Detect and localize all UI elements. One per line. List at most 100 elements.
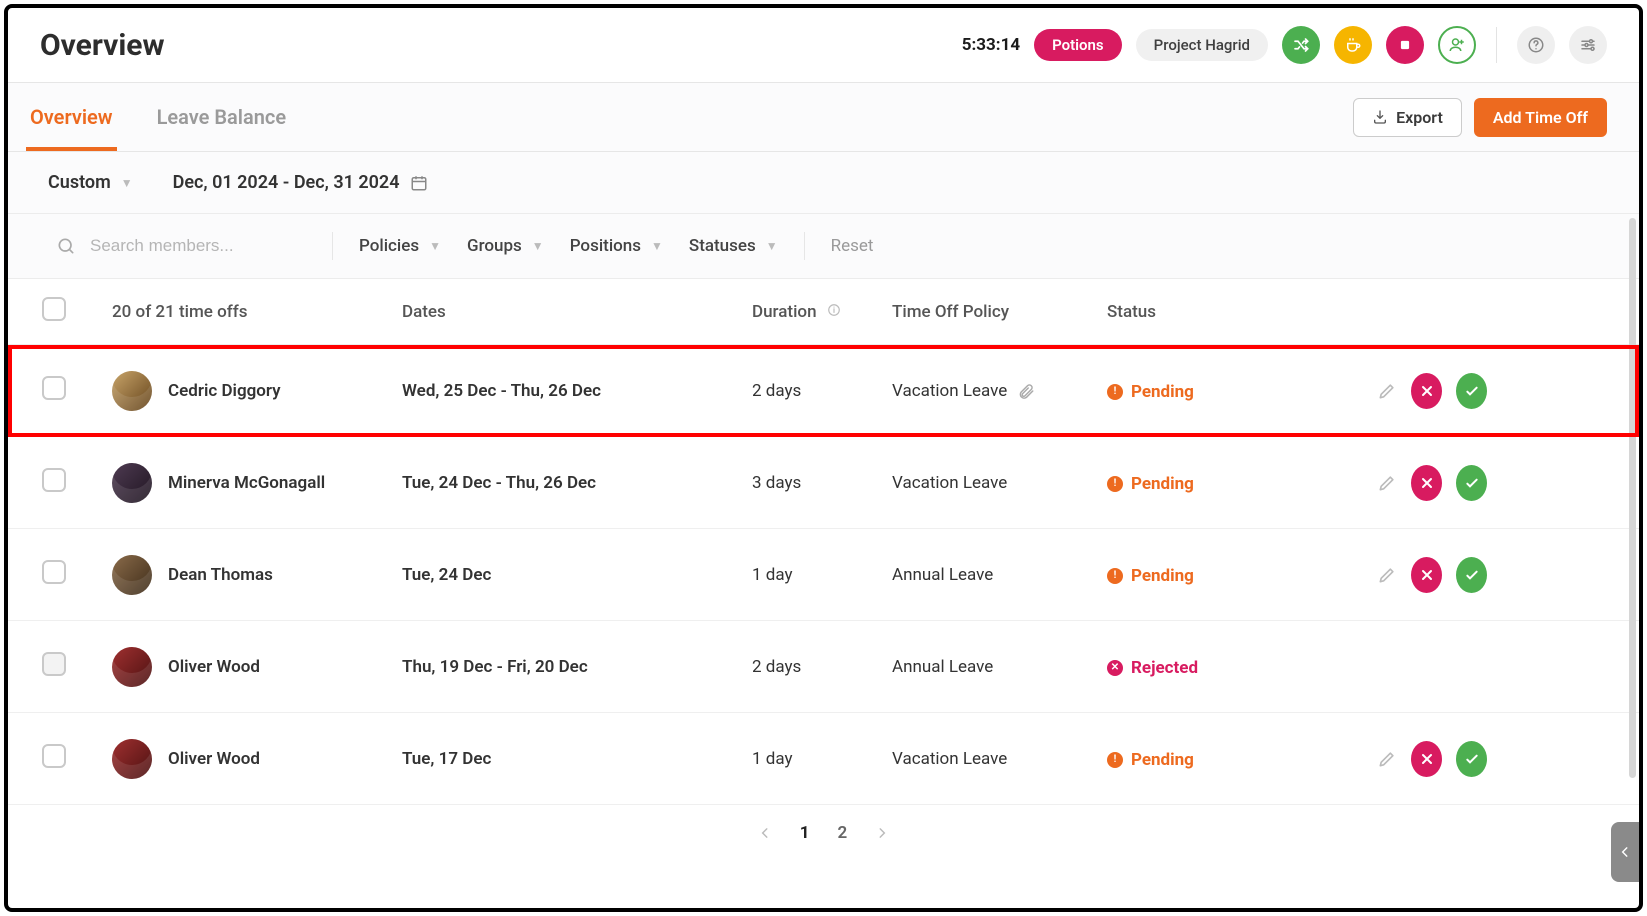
filter-policies[interactable]: Policies▼ <box>359 236 441 256</box>
pagination: 1 2 <box>8 805 1639 857</box>
approve-button[interactable] <box>1456 557 1487 593</box>
add-member-button[interactable] <box>1438 26 1476 64</box>
col-count: 20 of 21 time offs <box>112 302 402 322</box>
duration-cell: 2 days <box>752 657 892 677</box>
project-pill[interactable]: Project Hagrid <box>1136 29 1268 61</box>
select-all-checkbox[interactable] <box>42 297 66 321</box>
avatar <box>112 463 152 503</box>
side-collapse-tab[interactable] <box>1611 822 1639 882</box>
approve-button[interactable] <box>1456 741 1487 777</box>
add-time-off-button[interactable]: Add Time Off <box>1474 98 1607 137</box>
export-button[interactable]: Export <box>1353 98 1462 137</box>
search-input[interactable] <box>90 236 270 256</box>
reset-filters[interactable]: Reset <box>831 236 874 256</box>
x-icon <box>1419 567 1435 583</box>
edit-button[interactable] <box>1377 473 1397 493</box>
member-name: Minerva McGonagall <box>168 473 325 493</box>
page-1[interactable]: 1 <box>800 823 810 843</box>
row-checkbox[interactable] <box>42 560 66 584</box>
tab-overview[interactable]: Overview <box>26 83 117 151</box>
dates-cell: Wed, 25 Dec - Thu, 26 Dec <box>402 381 752 401</box>
stop-icon <box>1398 38 1412 52</box>
table-row: Oliver WoodTue, 17 Dec1 dayVacation Leav… <box>8 713 1639 805</box>
reject-button[interactable] <box>1411 373 1442 409</box>
pending-icon: ! <box>1107 568 1123 584</box>
reject-button[interactable] <box>1411 557 1442 593</box>
row-checkbox[interactable] <box>42 376 66 400</box>
col-dates: Dates <box>402 302 752 322</box>
calendar-icon <box>410 174 428 192</box>
page-next[interactable] <box>875 826 889 840</box>
caret-down-icon: ▼ <box>766 239 778 253</box>
scrollbar-thumb[interactable] <box>1629 218 1636 778</box>
member-name: Oliver Wood <box>168 749 260 769</box>
filter-groups[interactable]: Groups▼ <box>467 236 544 256</box>
edit-button[interactable] <box>1377 381 1397 401</box>
policy-cell: Vacation Leave <box>892 749 1007 769</box>
settings-button[interactable] <box>1569 26 1607 64</box>
page-title: Overview <box>40 28 165 63</box>
duration-cell: 1 day <box>752 565 892 585</box>
attachment-icon[interactable] <box>1017 382 1035 400</box>
rejected-icon: ✕ <box>1107 660 1123 676</box>
row-checkbox <box>42 652 66 676</box>
approve-button[interactable] <box>1456 465 1487 501</box>
policy-cell: Vacation Leave <box>892 381 1007 401</box>
shuffle-button[interactable] <box>1282 26 1320 64</box>
range-mode-label: Custom <box>48 172 111 193</box>
dates-cell: Tue, 17 Dec <box>402 749 752 769</box>
coffee-icon <box>1344 36 1362 54</box>
table-body: Cedric Diggory Wed, 25 Dec - Thu, 26 Dec 2… <box>8 345 1639 805</box>
filter-statuses[interactable]: Statuses▼ <box>689 236 778 256</box>
shuffle-icon <box>1292 36 1310 54</box>
page-2[interactable]: 2 <box>838 823 848 843</box>
status-badge: !Pending <box>1107 750 1194 770</box>
row-checkbox[interactable] <box>42 468 66 492</box>
pencil-icon <box>1377 473 1397 493</box>
active-task-pill[interactable]: Potions <box>1034 29 1122 61</box>
col-status: Status <box>1107 302 1377 322</box>
timer-readout: 5:33:14 <box>962 35 1020 55</box>
caret-down-icon: ▼ <box>532 239 544 253</box>
caret-down-icon: ▼ <box>651 239 663 253</box>
help-icon <box>1527 36 1545 54</box>
avatar <box>112 555 152 595</box>
help-button[interactable] <box>1517 26 1555 64</box>
member-name: Cedric Diggory <box>168 381 281 401</box>
row-checkbox[interactable] <box>42 744 66 768</box>
top-header: Overview 5:33:14 Potions Project Hagrid <box>8 8 1639 83</box>
caret-down-icon: ▼ <box>429 239 441 253</box>
tab-leave-balance[interactable]: Leave Balance <box>153 83 291 151</box>
edit-button[interactable] <box>1377 749 1397 769</box>
sliders-icon <box>1579 36 1597 54</box>
reject-button[interactable] <box>1411 465 1442 501</box>
status-badge: !Pending <box>1107 566 1194 586</box>
check-icon <box>1464 751 1480 767</box>
stop-button[interactable] <box>1386 26 1424 64</box>
reject-button[interactable] <box>1411 741 1442 777</box>
table-row: Minerva McGonagallTue, 24 Dec - Thu, 26 … <box>8 437 1639 529</box>
table-row: Dean Thomas Tue, 24 Dec1 dayAnnual Leave!… <box>8 529 1639 621</box>
status-badge: !Pending <box>1107 474 1194 494</box>
edit-button[interactable] <box>1377 565 1397 585</box>
policy-cell: Annual Leave <box>892 565 993 585</box>
search-icon <box>56 236 76 256</box>
filter-positions[interactable]: Positions▼ <box>570 236 663 256</box>
check-icon <box>1464 475 1480 491</box>
dates-cell: Tue, 24 Dec <box>402 565 752 585</box>
member-name: Dean Thomas <box>168 565 273 585</box>
info-icon[interactable] <box>827 305 841 321</box>
export-label: Export <box>1396 108 1443 127</box>
page-prev[interactable] <box>758 826 772 840</box>
chevron-right-icon <box>875 826 889 840</box>
range-mode-dropdown[interactable]: Custom ▼ <box>48 172 133 193</box>
approve-button[interactable] <box>1456 373 1487 409</box>
status-badge: ✕Rejected <box>1107 658 1198 678</box>
duration-cell: 3 days <box>752 473 892 493</box>
download-icon <box>1372 109 1388 125</box>
pending-icon: ! <box>1107 476 1123 492</box>
table-header: 20 of 21 time offs Dates Duration Time O… <box>8 279 1639 345</box>
break-button[interactable] <box>1334 26 1372 64</box>
avatar <box>112 371 152 411</box>
date-range-picker[interactable]: Dec, 01 2024 - Dec, 31 2024 <box>173 172 428 193</box>
